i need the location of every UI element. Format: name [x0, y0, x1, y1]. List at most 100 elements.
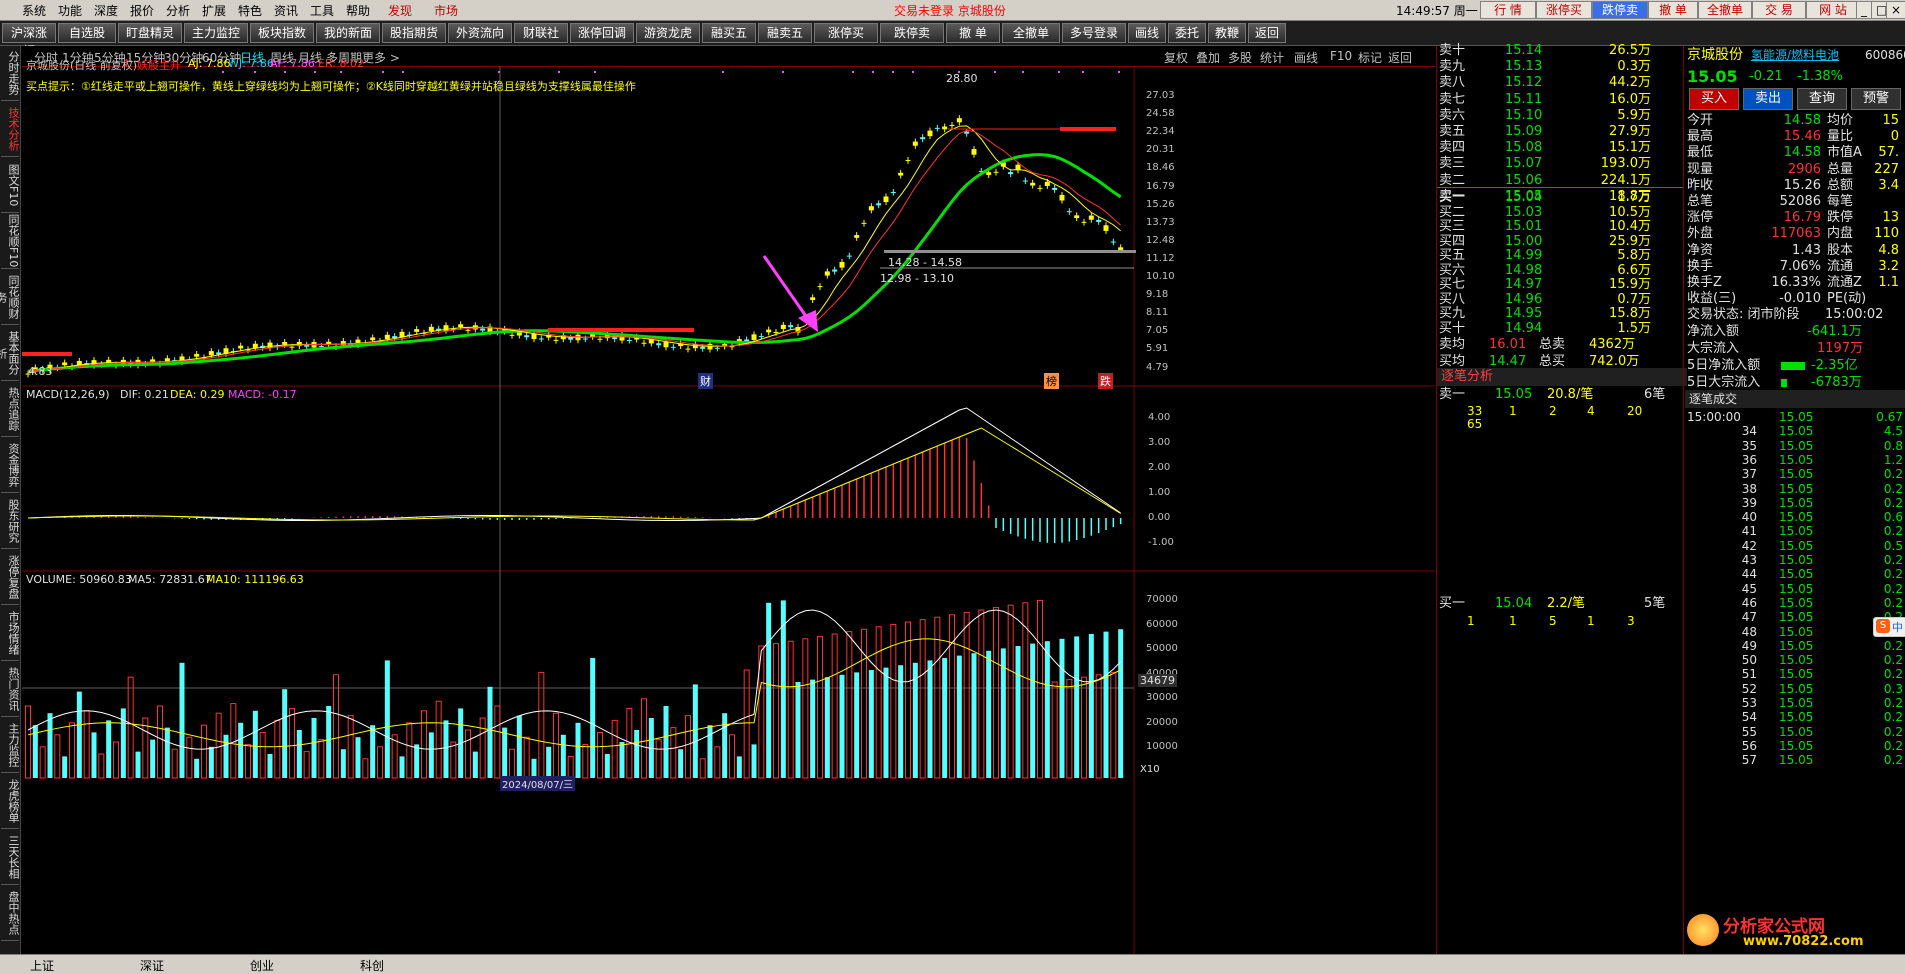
status-index[interactable]: 创业: [250, 957, 274, 974]
event-cai-badge[interactable]: 财: [698, 373, 713, 389]
toolbar-button[interactable]: 游资龙虎: [636, 23, 700, 43]
volume-bar: [699, 758, 706, 779]
left-tab[interactable]: 涨停复盘: [1, 550, 20, 605]
chart-tool-button[interactable]: 标记: [1358, 49, 1382, 66]
price-tick: 4.79: [1146, 361, 1169, 373]
zhubi-analysis-title[interactable]: 逐笔分析: [1437, 368, 1687, 386]
menu-item[interactable]: 扩展: [202, 2, 226, 19]
ticks-title[interactable]: 逐笔成交: [1685, 390, 1905, 408]
sell1-detail-value: 20: [1627, 404, 1643, 418]
menu-button[interactable]: 撤 单: [1648, 1, 1698, 19]
toolbar-button[interactable]: 画线: [1128, 23, 1166, 43]
event-die-badge[interactable]: 跌: [1098, 373, 1113, 389]
toolbar-button[interactable]: 沪深涨幅: [2, 23, 56, 58]
menu-item[interactable]: 深度: [94, 2, 118, 19]
candle-body: [1110, 241, 1116, 243]
toolbar-button[interactable]: 主力监控: [184, 23, 248, 43]
quote-action-button[interactable]: 查询: [1797, 88, 1847, 110]
menu-item[interactable]: 特色: [238, 2, 262, 19]
menu-button[interactable]: 网 站: [1806, 1, 1860, 19]
menu-item[interactable]: 帮助: [346, 2, 370, 19]
quote-action-button[interactable]: 买入: [1689, 88, 1739, 110]
menu-item[interactable]: 工具: [310, 2, 334, 19]
left-tab[interactable]: 同花顺财务: [0, 270, 20, 325]
toolbar-button[interactable]: 委托: [1168, 23, 1206, 43]
left-tab[interactable]: 龙虎榜单: [1, 774, 20, 829]
menu-button[interactable]: 涨停买: [1536, 1, 1592, 19]
left-tab[interactable]: 三天长相: [1, 830, 20, 885]
buy1-summary: 买一 15.04 2.2/笔 5笔: [1439, 596, 1666, 611]
order-row-buy[interactable]: 买十 14.94 1.5万: [1439, 320, 1651, 338]
toolbar-button[interactable]: 板块指数: [250, 23, 314, 43]
left-tab[interactable]: 资金博弈: [1, 438, 20, 493]
toolbar-button[interactable]: 撤 单: [946, 23, 1000, 43]
left-tab[interactable]: 股东研究: [1, 494, 20, 549]
volume-tick: 70000: [1146, 594, 1178, 605]
left-tab[interactable]: 盘中热点: [1, 886, 20, 941]
quote-action-button[interactable]: 预警: [1851, 88, 1901, 110]
status-index[interactable]: 上证: [30, 957, 54, 974]
chart-tool-button[interactable]: 多股: [1228, 49, 1252, 66]
toolbar-button[interactable]: 自选股: [58, 23, 116, 43]
volume-bar: [611, 719, 618, 779]
left-tab[interactable]: 技术分析: [1, 102, 20, 157]
menu-item[interactable]: 功能: [58, 2, 82, 19]
menu-item[interactable]: 系统: [22, 2, 46, 19]
chart-tool-button[interactable]: F10: [1330, 49, 1352, 63]
toolbar-button[interactable]: 我的新面: [316, 23, 380, 43]
left-tab[interactable]: 热门资讯: [1, 662, 20, 717]
toolbar-button[interactable]: 跌停卖: [880, 23, 944, 43]
left-tab[interactable]: 分时走势: [1, 46, 20, 101]
menu-item[interactable]: 报价: [130, 2, 154, 19]
chart-tool-button[interactable]: 叠加: [1196, 49, 1220, 66]
menu-discover[interactable]: 发现: [388, 2, 412, 19]
ime-bar[interactable]: S 中: [1873, 617, 1905, 637]
left-tab[interactable]: 热点追踪: [1, 382, 20, 437]
period-tab[interactable]: 更多 >: [362, 49, 400, 66]
quote-action-button[interactable]: 卖出: [1743, 88, 1793, 110]
candle-body: [663, 341, 669, 348]
event-bang-badge[interactable]: 榜: [1044, 373, 1059, 389]
chart-tool-button[interactable]: 画线: [1294, 49, 1318, 66]
wj-value: WJ: 7.86: [228, 57, 274, 70]
toolbar-button[interactable]: 财联社: [514, 23, 568, 43]
left-tab[interactable]: 市场情绪: [1, 606, 20, 661]
menu-button[interactable]: 跌停卖: [1592, 1, 1648, 19]
toolbar-button[interactable]: 教鞭: [1208, 23, 1246, 43]
toolbar-button[interactable]: 融卖五: [758, 23, 812, 43]
close-button[interactable]: ×: [1886, 1, 1905, 19]
toolbar-button[interactable]: 多号登录: [1062, 23, 1126, 43]
chart-tool-button[interactable]: 返回: [1388, 49, 1412, 66]
toolbar-button[interactable]: 融买五: [702, 23, 756, 43]
left-tab[interactable]: 主力监控: [1, 718, 20, 773]
menu-item[interactable]: 分析: [166, 2, 190, 19]
kline-chart-area[interactable]: 京城股份(日线 前复权) ↑ 妖股主升 AJ: 7.86 WJ: 7.86 AF…: [22, 57, 1435, 954]
status-index[interactable]: 科创: [360, 957, 384, 974]
sell1-detail-value: 2: [1549, 404, 1557, 418]
macd-tick: -1.00: [1148, 537, 1174, 548]
concept-link[interactable]: 氢能源/燃料电池: [1751, 46, 1839, 64]
menu-market[interactable]: 市场: [434, 2, 458, 19]
menu-button[interactable]: 全撤单: [1698, 1, 1752, 19]
toolbar-button[interactable]: 返回: [1248, 23, 1286, 43]
menu-button[interactable]: 行 情: [1480, 1, 1536, 19]
chart-tool-button[interactable]: 统计: [1260, 49, 1284, 66]
toolbar-button[interactable]: 外资流向: [448, 23, 512, 43]
candle-body: [780, 324, 786, 329]
toolbar-button[interactable]: 全撤单: [1002, 23, 1060, 43]
menu-item[interactable]: 资讯: [274, 2, 298, 19]
candle-body: [986, 172, 992, 175]
toolbar-button[interactable]: 盯盘精灵: [118, 23, 182, 43]
left-tab[interactable]: 图文F10: [1, 158, 20, 213]
left-tab[interactable]: 同花顺F10: [1, 214, 20, 269]
toolbar-button[interactable]: 涨停回调: [570, 23, 634, 43]
chart-tool-button[interactable]: 复权: [1164, 49, 1188, 66]
candle-body: [905, 160, 911, 162]
kline-svg[interactable]: [22, 66, 1435, 954]
left-tab[interactable]: 基本面分析: [0, 326, 20, 381]
toolbar-button[interactable]: 股指期货: [382, 23, 446, 43]
menu-button[interactable]: 交 易: [1752, 1, 1806, 19]
low-label: 4.83: [28, 365, 53, 378]
status-index[interactable]: 深证: [140, 957, 164, 974]
toolbar-button[interactable]: 涨停买: [814, 23, 878, 43]
